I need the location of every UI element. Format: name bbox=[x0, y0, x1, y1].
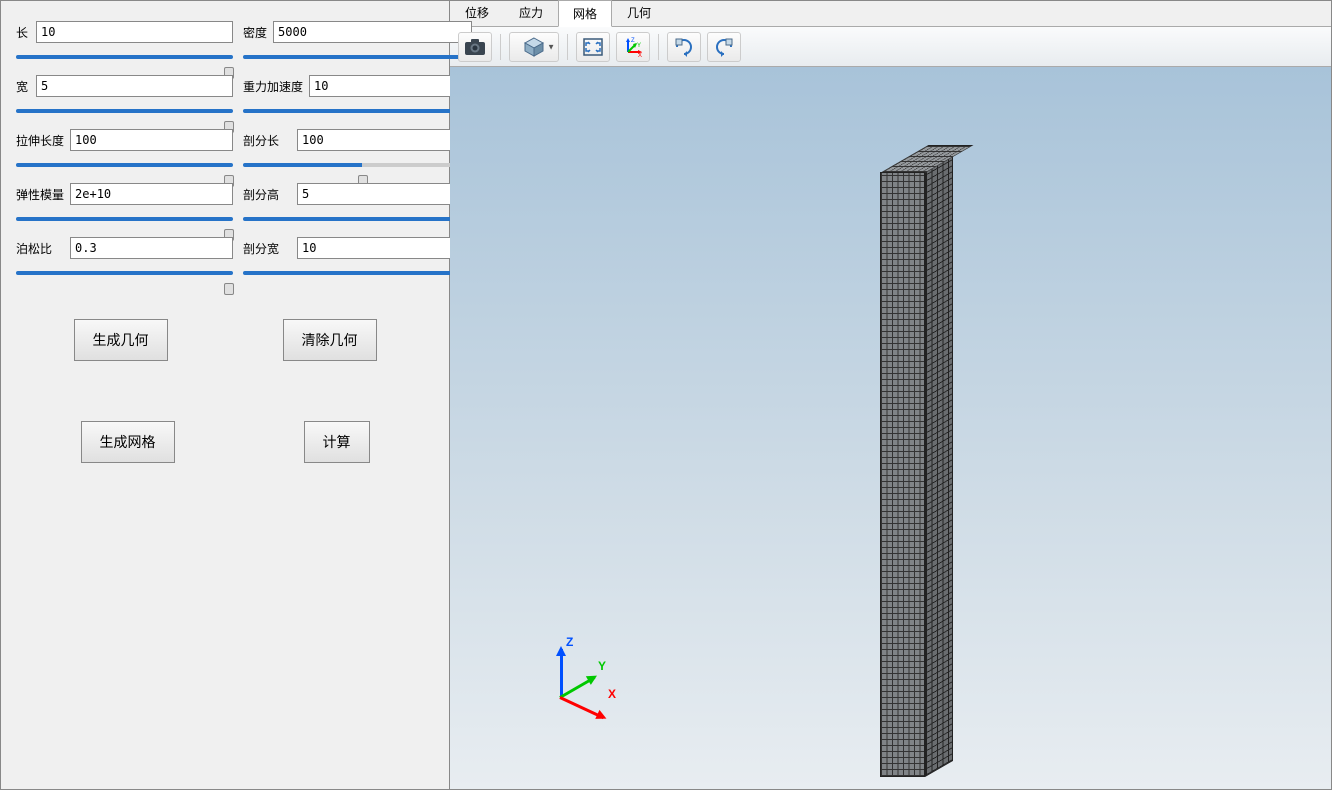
parameters-panel: 长 密度 宽 重力加速度 拉伸长度 剖分长 bbox=[0, 0, 450, 790]
generate-geometry-button[interactable]: 生成几何 bbox=[74, 319, 168, 361]
label-width: 宽 bbox=[16, 78, 30, 95]
view-cube-button[interactable]: ▼ bbox=[509, 32, 559, 62]
chevron-down-icon: ▼ bbox=[547, 42, 555, 51]
param-length: 长 bbox=[16, 21, 233, 43]
slider-elastic[interactable] bbox=[16, 217, 233, 221]
compute-button[interactable]: 计算 bbox=[304, 421, 370, 463]
orientation-axes-icon: ZYX bbox=[622, 36, 644, 58]
rotate-ccw-icon bbox=[713, 36, 735, 58]
input-poisson[interactable] bbox=[70, 237, 233, 259]
slider-divW[interactable] bbox=[243, 271, 472, 275]
generate-mesh-button[interactable]: 生成网格 bbox=[81, 421, 175, 463]
slider-density[interactable] bbox=[243, 55, 472, 59]
slider-extrude[interactable] bbox=[16, 163, 233, 167]
input-density[interactable] bbox=[273, 21, 472, 43]
input-elastic[interactable] bbox=[70, 183, 233, 205]
cube-view-icon bbox=[523, 36, 545, 58]
input-divL[interactable] bbox=[297, 129, 472, 151]
axis-z bbox=[560, 649, 563, 699]
label-divL: 剖分长 bbox=[243, 132, 291, 149]
param-extrude: 拉伸长度 bbox=[16, 129, 233, 151]
rotate-cw-button[interactable] bbox=[667, 32, 701, 62]
viewport-toolbar: ▼ ZYX bbox=[450, 27, 1331, 67]
slider-divL[interactable] bbox=[243, 163, 472, 167]
rotate-cw-icon bbox=[673, 36, 695, 58]
slider-divH[interactable] bbox=[243, 217, 472, 221]
param-poisson: 泊松比 bbox=[16, 237, 233, 259]
slider-gravity[interactable] bbox=[243, 109, 472, 113]
input-gravity[interactable] bbox=[309, 75, 472, 97]
svg-text:X: X bbox=[638, 53, 642, 58]
label-density: 密度 bbox=[243, 24, 267, 41]
result-tabs: 位移 应力 网格 几何 bbox=[450, 1, 1331, 27]
svg-text:Y: Y bbox=[637, 43, 641, 49]
axis-label-z: Z bbox=[566, 635, 573, 649]
input-length[interactable] bbox=[36, 21, 233, 43]
toolbar-separator bbox=[658, 34, 659, 60]
tab-mesh[interactable]: 网格 bbox=[558, 0, 612, 27]
axis-label-y: Y bbox=[598, 659, 606, 673]
input-extrude[interactable] bbox=[70, 129, 233, 151]
fit-view-button[interactable] bbox=[576, 32, 610, 62]
slider-length[interactable] bbox=[16, 55, 233, 59]
input-width[interactable] bbox=[36, 75, 233, 97]
param-divW: 剖分宽 bbox=[243, 237, 472, 259]
tab-geometry[interactable]: 几何 bbox=[612, 0, 666, 26]
param-gravity: 重力加速度 bbox=[243, 75, 472, 97]
label-gravity: 重力加速度 bbox=[243, 78, 303, 95]
param-divH: 剖分高 bbox=[243, 183, 472, 205]
axis-label-x: X bbox=[608, 687, 616, 701]
camera-icon bbox=[464, 38, 486, 56]
param-density: 密度 bbox=[243, 21, 472, 43]
3d-viewport[interactable]: Z Y X bbox=[450, 67, 1331, 789]
mesh-geometry bbox=[880, 157, 955, 777]
label-extrude: 拉伸长度 bbox=[16, 132, 64, 149]
input-divH[interactable] bbox=[297, 183, 472, 205]
param-elastic: 弹性模量 bbox=[16, 183, 233, 205]
toolbar-separator bbox=[567, 34, 568, 60]
label-poisson: 泊松比 bbox=[16, 240, 64, 257]
toolbar-separator bbox=[500, 34, 501, 60]
label-length: 长 bbox=[16, 24, 30, 41]
tab-stress[interactable]: 应力 bbox=[504, 0, 558, 26]
orientation-axes-button[interactable]: ZYX bbox=[616, 32, 650, 62]
label-divH: 剖分高 bbox=[243, 186, 291, 203]
slider-poisson[interactable] bbox=[16, 271, 233, 275]
viewport-panel: 位移 应力 网格 几何 ▼ ZYX bbox=[450, 0, 1332, 790]
svg-text:Z: Z bbox=[631, 38, 635, 44]
axis-y bbox=[559, 676, 595, 699]
slider-width[interactable] bbox=[16, 109, 233, 113]
screenshot-button[interactable] bbox=[458, 32, 492, 62]
param-width: 宽 bbox=[16, 75, 233, 97]
rotate-ccw-button[interactable] bbox=[707, 32, 741, 62]
input-divW[interactable] bbox=[297, 237, 472, 259]
label-divW: 剖分宽 bbox=[243, 240, 291, 257]
clear-geometry-button[interactable]: 清除几何 bbox=[283, 319, 377, 361]
param-divL: 剖分长 bbox=[243, 129, 472, 151]
axis-x bbox=[559, 696, 604, 719]
fit-view-icon bbox=[582, 37, 604, 57]
label-elastic: 弹性模量 bbox=[16, 186, 64, 203]
axis-triad: Z Y X bbox=[530, 629, 620, 719]
